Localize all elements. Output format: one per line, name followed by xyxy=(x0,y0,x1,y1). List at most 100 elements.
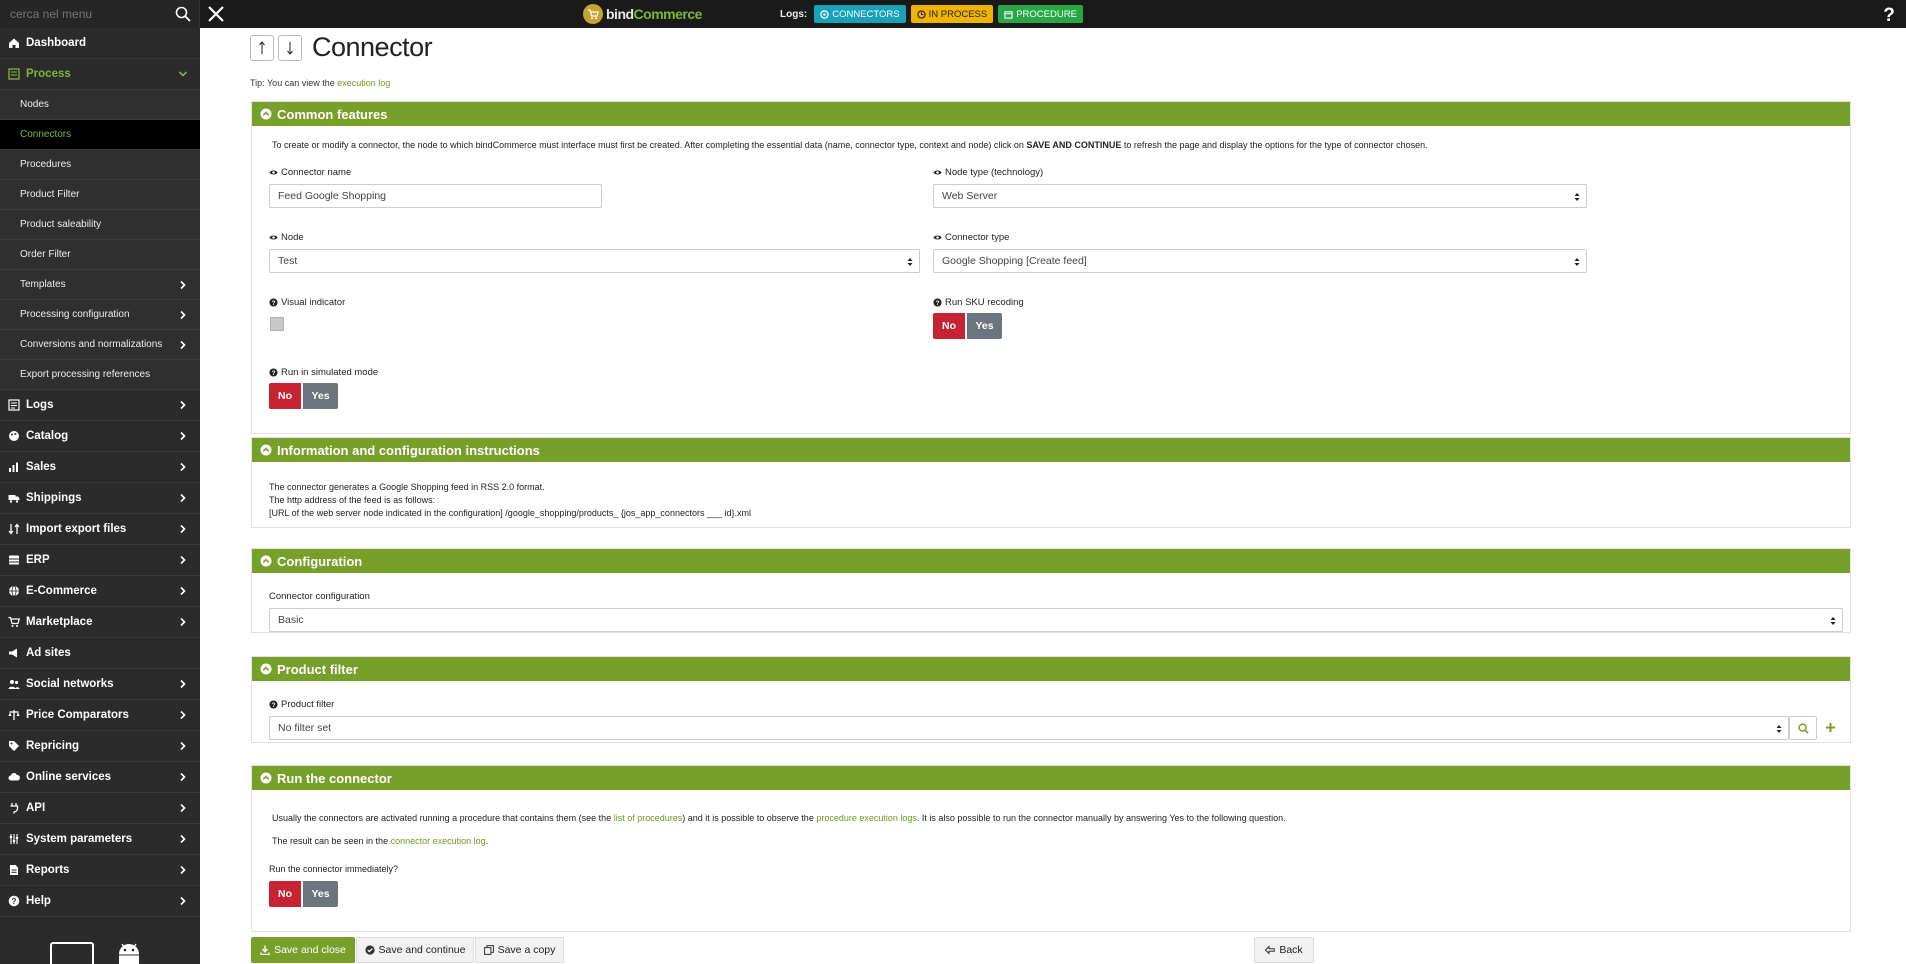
connector-configuration-select[interactable]: Basic xyxy=(269,608,1843,632)
sidebar-sub-nodes[interactable]: Nodes xyxy=(0,90,200,120)
run-simulated-no-button[interactable]: No xyxy=(269,383,301,409)
sidebar-sub-templates[interactable]: Templates xyxy=(0,270,200,300)
help-icon[interactable]: ? xyxy=(1878,3,1900,25)
procedure-execution-logs-link[interactable]: procedure execution logs xyxy=(816,813,917,823)
sidebar-sub-procedures[interactable]: Procedures xyxy=(0,150,200,180)
question-circle-icon: ? xyxy=(933,298,942,307)
in-process-log-button[interactable]: IN PROCESS xyxy=(910,5,994,23)
product-filter-label-text: Product filter xyxy=(281,699,335,710)
sidebar-item-logs[interactable]: Logs xyxy=(0,390,200,421)
intro-strong: SAVE AND CONTINUE xyxy=(1026,140,1122,150)
procedure-log-label: PROCEDURE xyxy=(1016,8,1077,20)
sidebar-item-sales[interactable]: Sales xyxy=(0,452,200,483)
sidebar-sub-label: Processing configuration xyxy=(20,309,130,320)
sidebar-item-price-comparators[interactable]: Price Comparators xyxy=(0,700,200,731)
android-icon[interactable] xyxy=(114,942,144,964)
add-filter-icon[interactable] xyxy=(1825,722,1836,733)
procedure-log-button[interactable]: PROCEDURE xyxy=(998,5,1083,23)
sidebar-item-help[interactable]: ? Help xyxy=(0,886,200,917)
connector-name-input[interactable]: Feed Google Shopping xyxy=(269,184,602,208)
sidebar-item-process[interactable]: Process xyxy=(0,59,200,90)
run-simulated-label: ? Run in simulated mode xyxy=(269,367,378,378)
sidebar-item-dashboard[interactable]: Dashboard xyxy=(0,28,200,59)
tip-prefix: Tip: You can view the xyxy=(250,78,338,88)
execution-log-link[interactable]: execution log xyxy=(337,78,390,88)
file-icon xyxy=(10,865,18,875)
product-filter-header[interactable]: Product filter xyxy=(252,657,1850,681)
sidebar-item-system-parameters[interactable]: System parameters xyxy=(0,824,200,855)
app-logo[interactable]: bind Commerce xyxy=(583,2,702,26)
product-filter-select[interactable]: No filter set xyxy=(269,716,1789,740)
run-sku-label-text: Run SKU recoding xyxy=(945,297,1024,308)
chevron-right-icon xyxy=(180,772,186,782)
connectors-log-button[interactable]: CONNECTORS xyxy=(814,5,906,23)
run-immediately-no-button[interactable]: No xyxy=(269,881,301,907)
configuration-panel: Configuration Connector configuration Ba… xyxy=(251,548,1851,633)
menu-search-input[interactable] xyxy=(0,0,170,28)
node-type-select[interactable]: Web Server xyxy=(933,184,1587,208)
run-immediately-yes-button[interactable]: Yes xyxy=(303,881,338,907)
sidebar-sub-processing-configuration[interactable]: Processing configuration xyxy=(0,300,200,330)
close-menu-icon[interactable] xyxy=(205,3,227,25)
sidebar-item-import-export[interactable]: Import export files xyxy=(0,514,200,545)
run-connector-header[interactable]: Run the connector xyxy=(252,766,1850,790)
sidebar-item-ad-sites[interactable]: Ad sites xyxy=(0,638,200,669)
download-icon xyxy=(260,945,270,955)
sidebar-sub-label: Export processing references xyxy=(20,369,151,380)
run-p2-b: . xyxy=(485,836,489,846)
sidebar-label-system-parameters: System parameters xyxy=(26,833,133,845)
tag-icon xyxy=(9,741,19,751)
process-icon xyxy=(8,68,20,80)
sort-down-button[interactable] xyxy=(278,34,302,61)
save-a-copy-button[interactable]: Save a copy xyxy=(475,937,564,963)
configuration-header[interactable]: Configuration xyxy=(252,549,1850,573)
sort-up-button[interactable] xyxy=(250,34,274,61)
run-sku-yes-button[interactable]: Yes xyxy=(967,313,1002,339)
connector-configuration-label-text: Connector configuration xyxy=(269,591,370,602)
check-circle-icon xyxy=(364,945,375,955)
sidebar-item-api[interactable]: API xyxy=(0,793,200,824)
connector-execution-log-link[interactable]: connector execution log xyxy=(391,836,486,846)
chevron-up-circle-icon xyxy=(260,772,272,784)
visual-indicator-color-picker[interactable] xyxy=(270,317,284,331)
sidebar-item-catalog[interactable]: Catalog xyxy=(0,421,200,452)
sidebar-item-erp[interactable]: ERP xyxy=(0,545,200,576)
run-immediately-question: Run the connector immediately? xyxy=(269,864,399,874)
search-icon[interactable] xyxy=(175,6,191,22)
run-sku-no-button[interactable]: No xyxy=(933,313,965,339)
sidebar-sub-product-filter[interactable]: Product Filter xyxy=(0,180,200,210)
sidebar-sub-conversions[interactable]: Conversions and normalizations xyxy=(0,330,200,360)
sidebar-item-marketplace[interactable]: Marketplace xyxy=(0,607,200,638)
eye-icon xyxy=(933,235,942,240)
run-simulated-yes-button[interactable]: Yes xyxy=(303,383,338,409)
save-and-close-button[interactable]: Save and close xyxy=(251,937,355,963)
sidebar-item-social[interactable]: Social networks xyxy=(0,669,200,700)
common-features-header[interactable]: Common features xyxy=(252,102,1850,126)
back-button[interactable]: Back xyxy=(1254,937,1314,963)
sidebar-item-shippings[interactable]: Shippings xyxy=(0,483,200,514)
desktop-icon[interactable] xyxy=(50,942,94,964)
sidebar-item-repricing[interactable]: Repricing xyxy=(0,731,200,762)
sidebar-item-reports[interactable]: Reports xyxy=(0,855,200,886)
connector-type-value: Google Shopping [Create feed] xyxy=(942,255,1087,267)
sidebar-sub-export-refs[interactable]: Export processing references xyxy=(0,360,200,390)
sidebar-item-ecommerce[interactable]: E-Commerce xyxy=(0,576,200,607)
list-of-procedures-link[interactable]: list of procedures xyxy=(614,813,683,823)
information-header[interactable]: Information and configuration instructio… xyxy=(252,438,1850,462)
sidebar-item-online-services[interactable]: Online services xyxy=(0,762,200,793)
run-p2-a: The result can be seen in the xyxy=(272,836,391,846)
chevron-right-icon xyxy=(180,710,186,720)
sidebar-label-process: Process xyxy=(26,68,71,80)
sidebar-sub-product-saleability[interactable]: Product saleability xyxy=(0,210,200,240)
node-select[interactable]: Test xyxy=(269,249,920,273)
import-export-icon xyxy=(8,523,20,535)
connector-type-select[interactable]: Google Shopping [Create feed] xyxy=(933,249,1587,273)
sidebar-label-ecommerce: E-Commerce xyxy=(26,585,97,597)
sidebar-sub-connectors[interactable]: Connectors xyxy=(0,120,200,150)
select-arrows-icon xyxy=(1776,725,1782,733)
sidebar-sub-order-filter[interactable]: Order Filter xyxy=(0,240,200,270)
product-filter-search-button[interactable] xyxy=(1789,716,1817,740)
save-and-continue-button[interactable]: Save and continue xyxy=(356,937,474,963)
visual-indicator-label: ? Visual indicator xyxy=(269,297,345,308)
chevron-right-icon xyxy=(180,462,186,472)
